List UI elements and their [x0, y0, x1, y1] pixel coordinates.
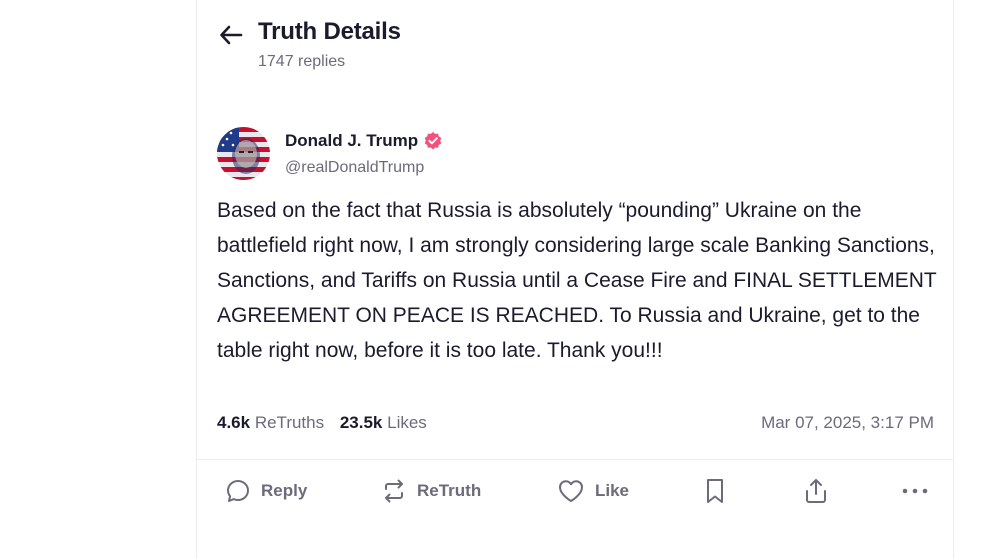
post-stats: 4.6k ReTruths 23.5k Likes: [217, 413, 438, 433]
like-label: Like: [595, 481, 630, 500]
verified-badge-icon: [424, 132, 442, 150]
bookmark-button[interactable]: [703, 476, 727, 506]
author-handle[interactable]: @realDonaldTrump: [285, 159, 424, 177]
speech-bubble-icon: [227, 480, 249, 502]
post-timestamp: Mar 07, 2025, 3:17 PM: [761, 413, 934, 432]
retruths-count: 4.6k: [217, 413, 251, 432]
share-icon: [806, 479, 826, 503]
likes-count: 23.5k: [339, 413, 383, 432]
post-body: Based on the fact that Russia is absolut…: [217, 199, 937, 362]
reply-label: Reply: [261, 481, 308, 500]
likes-label: Likes: [387, 413, 427, 432]
more-dots-icon: [902, 488, 928, 494]
like-button[interactable]: Like: [557, 476, 629, 506]
share-button[interactable]: [803, 476, 829, 506]
repost-arrows-icon: [385, 479, 403, 503]
likes-stat[interactable]: 23.5k Likes: [340, 413, 427, 432]
arrow-left-icon: [220, 25, 243, 45]
retruth-button[interactable]: ReTruth: [381, 476, 481, 506]
post-detail-column: Truth Details 1747 replies Donald J. Tru…: [196, 0, 954, 559]
back-button[interactable]: [217, 20, 247, 50]
more-options-button[interactable]: [901, 476, 929, 506]
page-title: Truth Details: [258, 18, 401, 45]
author-name-text: Donald J. Trump: [285, 131, 419, 150]
replies-count: 1747 replies: [258, 53, 346, 70]
avatar[interactable]: [217, 127, 270, 180]
divider: [197, 459, 953, 460]
author-name[interactable]: Donald J. Trump: [285, 131, 443, 151]
retruths-label: ReTruths: [254, 413, 325, 432]
heart-icon: [559, 480, 583, 502]
retruth-label: ReTruth: [417, 481, 482, 500]
bookmark-icon: [707, 479, 723, 503]
retruths-stat[interactable]: 4.6k ReTruths: [217, 413, 324, 432]
reply-button[interactable]: Reply: [225, 476, 307, 506]
